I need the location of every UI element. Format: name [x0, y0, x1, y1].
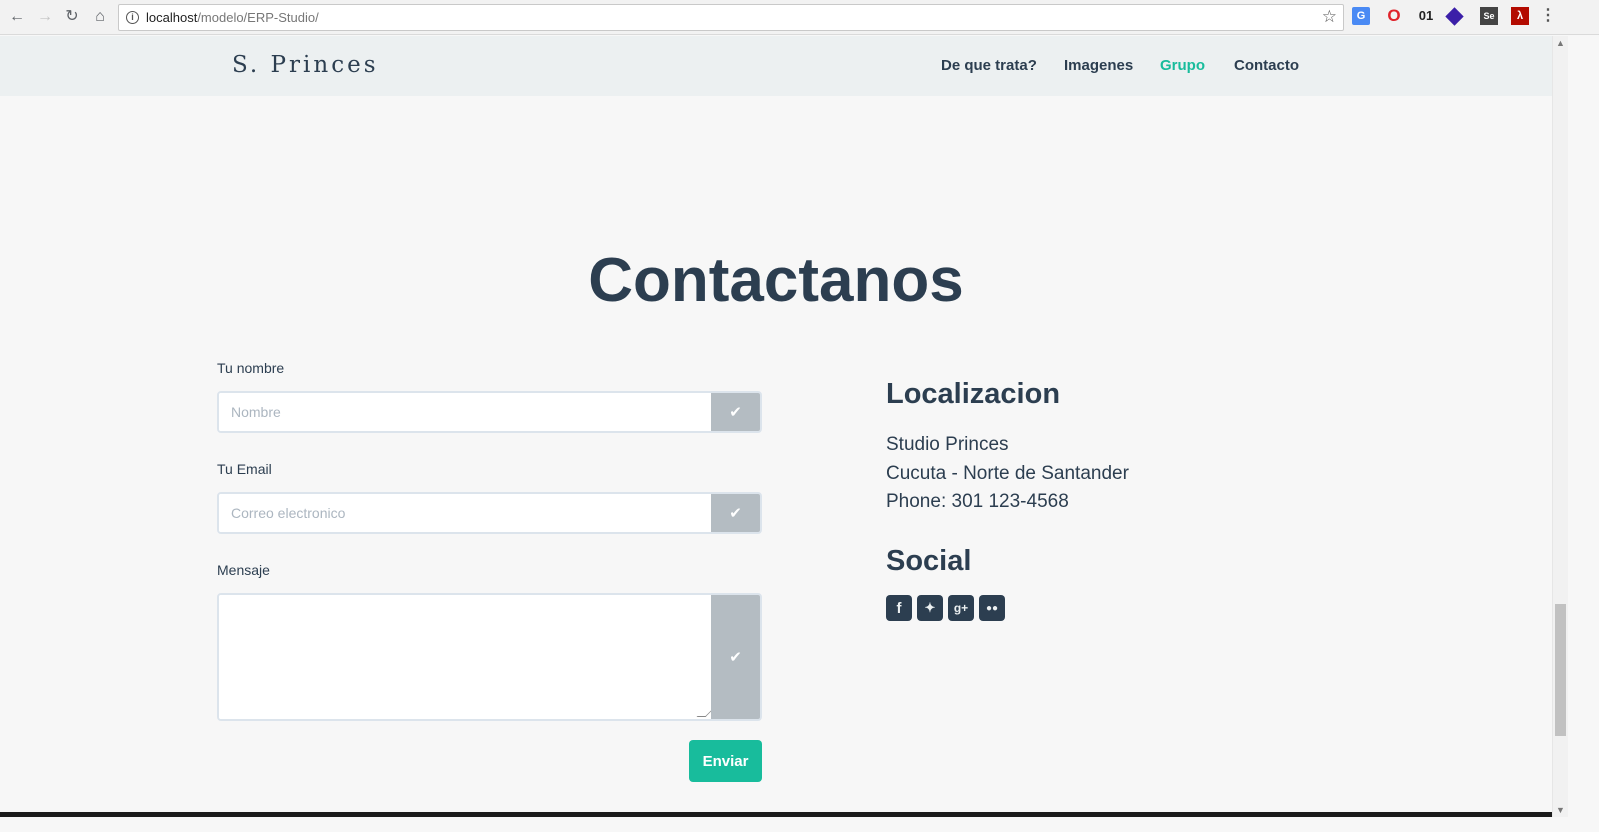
- bottom-edge: [0, 812, 1552, 817]
- section-title: Contactanos: [588, 246, 964, 315]
- address-line: Phone: 301 123-4568: [886, 491, 1069, 512]
- check-icon: ✔: [711, 393, 760, 431]
- address-line: Studio Princes: [886, 434, 1009, 455]
- layers-extension-icon[interactable]: [1445, 7, 1464, 26]
- forward-icon[interactable]: →: [34, 6, 56, 28]
- message-label: Mensaje: [217, 562, 270, 578]
- message-textarea[interactable]: [219, 595, 713, 719]
- info-icon[interactable]: i: [126, 11, 139, 24]
- back-icon[interactable]: ←: [6, 6, 28, 28]
- address-line: Cucuta - Norte de Santander: [886, 463, 1129, 484]
- twitter-icon[interactable]: ✦: [917, 595, 943, 621]
- bookmark-star-icon[interactable]: ☆: [1322, 7, 1337, 27]
- browser-toolbar: ← → ↻ ⌂ i localhost/modelo/ERP-Studio/ ☆…: [0, 0, 1599, 35]
- social-heading: Social: [886, 545, 972, 577]
- extension-01-icon[interactable]: 01: [1415, 7, 1437, 25]
- location-heading: Localizacion: [886, 378, 1061, 410]
- email-input[interactable]: [219, 494, 713, 532]
- nav-link-contacto[interactable]: Contacto: [1234, 57, 1299, 74]
- page-scrollbar[interactable]: ▲ ▼: [1552, 36, 1568, 817]
- reload-icon[interactable]: ↻: [61, 6, 83, 28]
- brand-logo[interactable]: S. Princes: [232, 52, 379, 78]
- url-text[interactable]: localhost/modelo/ERP-Studio/: [146, 10, 319, 25]
- opera-icon[interactable]: Ο: [1385, 7, 1403, 25]
- scroll-up-icon[interactable]: ▲: [1556, 38, 1565, 48]
- flickr-icon[interactable]: ●●: [979, 595, 1005, 621]
- nav-link-imagenes[interactable]: Imagenes: [1064, 57, 1133, 74]
- home-icon[interactable]: ⌂: [89, 6, 111, 28]
- facebook-icon[interactable]: f: [886, 595, 912, 621]
- check-icon: ✔: [711, 494, 760, 532]
- google-plus-icon[interactable]: g+: [948, 595, 974, 621]
- google-translate-icon[interactable]: G: [1352, 7, 1370, 25]
- nav-link-grupo[interactable]: Grupo: [1160, 57, 1205, 74]
- scroll-down-icon[interactable]: ▼: [1556, 805, 1565, 815]
- address-bar[interactable]: i localhost/modelo/ERP-Studio/ ☆: [118, 4, 1344, 31]
- name-label: Tu nombre: [217, 360, 285, 376]
- social-links: f ✦ g+ ●●: [886, 595, 1005, 621]
- email-field-group: ✔: [217, 492, 762, 534]
- name-input[interactable]: [219, 393, 713, 431]
- pdf-icon[interactable]: λ: [1511, 7, 1529, 25]
- message-field-group: ✔: [217, 593, 762, 721]
- browser-menu-icon[interactable]: ⋮: [1540, 7, 1556, 25]
- submit-button[interactable]: Enviar: [689, 740, 762, 782]
- site-navbar: S. Princes De que trata? Imagenes Grupo …: [0, 36, 1552, 96]
- email-label: Tu Email: [217, 461, 272, 477]
- check-icon: ✔: [711, 595, 760, 719]
- name-field-group: ✔: [217, 391, 762, 433]
- scroll-thumb[interactable]: [1555, 604, 1566, 736]
- selenium-icon[interactable]: Se: [1480, 7, 1498, 25]
- nav-link-de-que-trata[interactable]: De que trata?: [941, 57, 1037, 74]
